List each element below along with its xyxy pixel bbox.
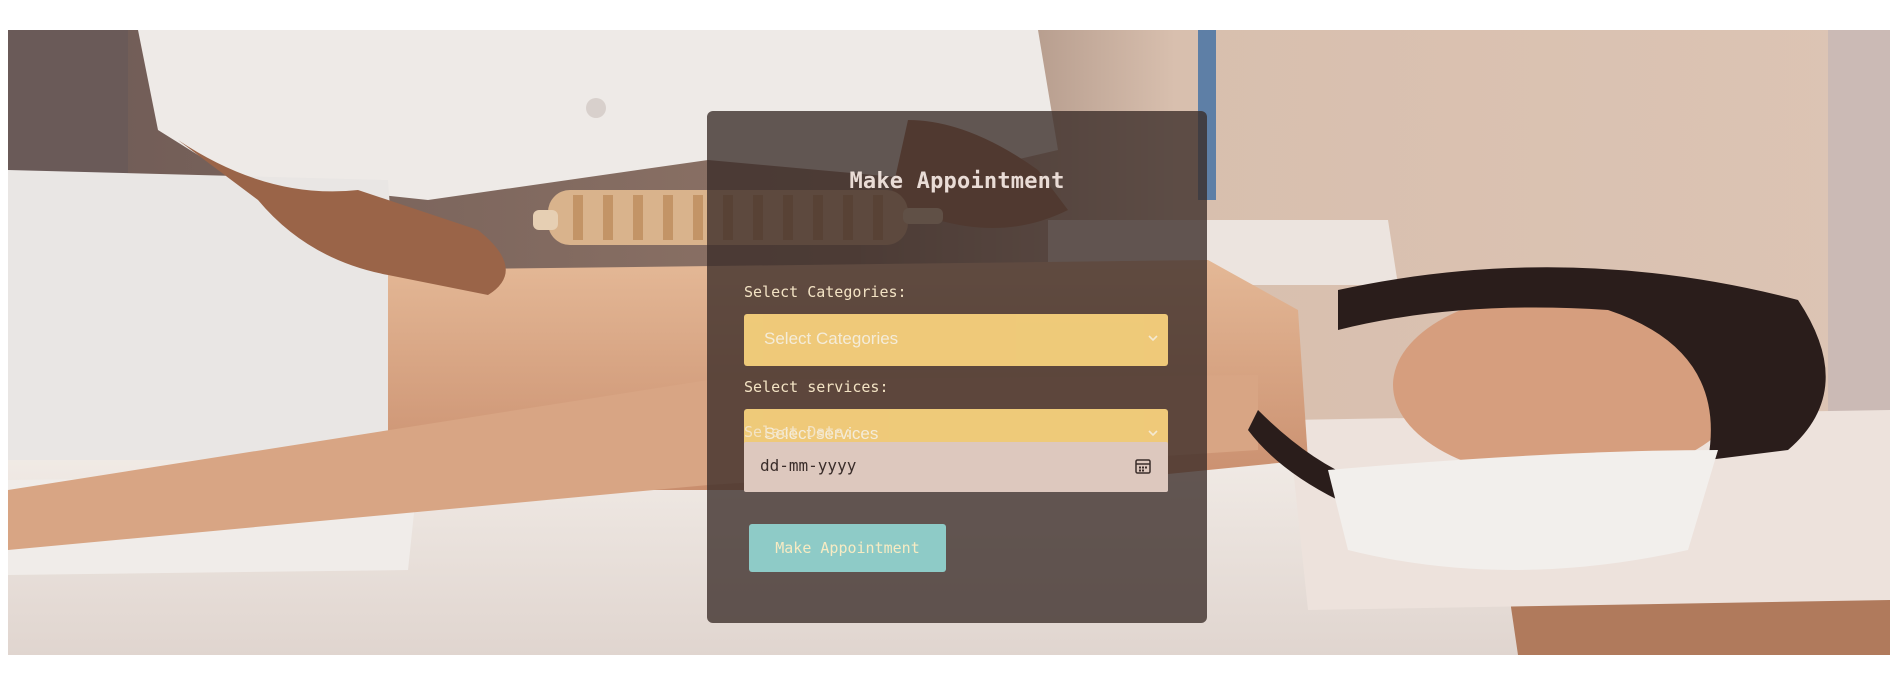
date-label: Select Date:	[744, 423, 853, 441]
service-label: Select services:	[744, 378, 889, 396]
form-title: Make Appointment	[849, 169, 1065, 194]
hero-background: Make Appointment Select Categories: Sele…	[8, 30, 1890, 655]
appointment-form-panel: Make Appointment Select Categories: Sele…	[707, 111, 1207, 623]
date-input[interactable]: dd-mm-yyyy	[744, 442, 1168, 492]
date-input-placeholder: dd-mm-yyyy	[760, 456, 857, 475]
category-select[interactable]: Select Categories	[744, 314, 1168, 366]
calendar-icon[interactable]	[1134, 457, 1152, 475]
chevron-down-icon	[1148, 335, 1158, 342]
category-label: Select Categories:	[744, 283, 907, 301]
make-appointment-button[interactable]: Make Appointment	[749, 524, 946, 572]
chevron-down-icon	[1148, 430, 1158, 437]
category-select-placeholder: Select Categories	[764, 329, 899, 348]
